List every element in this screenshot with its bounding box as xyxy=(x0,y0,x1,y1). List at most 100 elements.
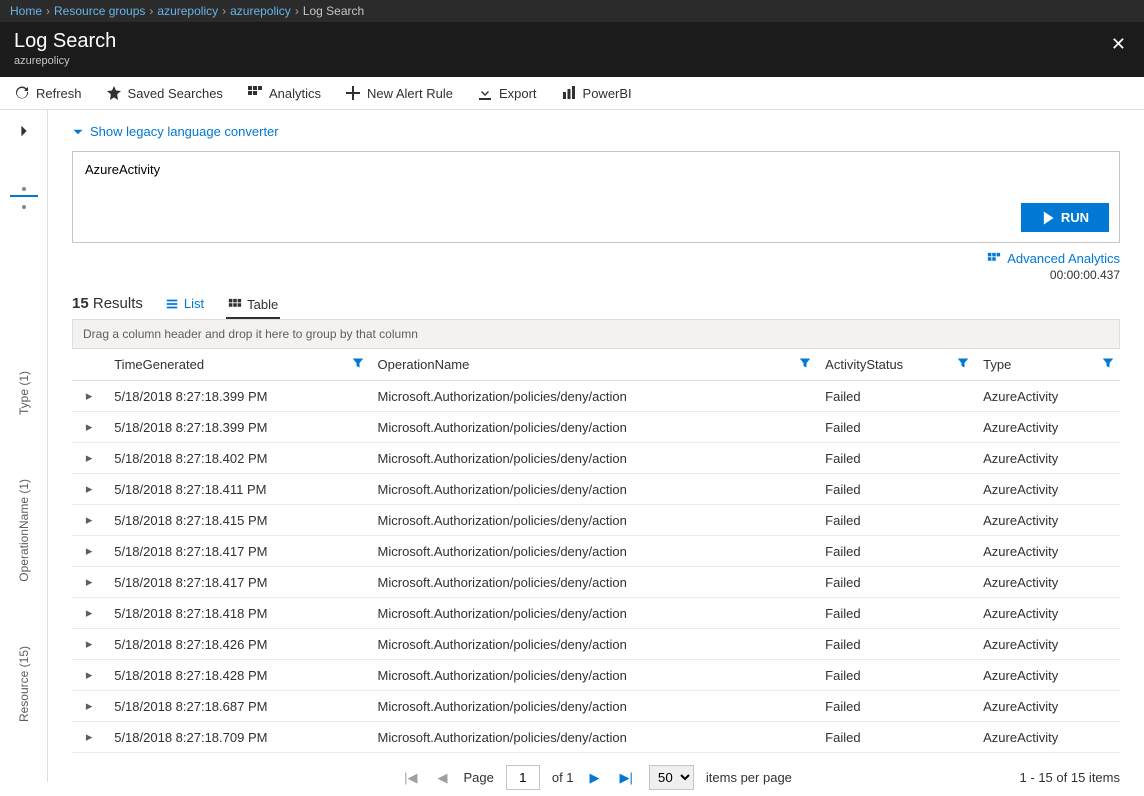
pager-per-page-label: items per page xyxy=(706,770,792,785)
analytics-button[interactable]: Analytics xyxy=(247,85,321,101)
view-table-button[interactable]: Table xyxy=(226,293,280,319)
breadcrumb-rg[interactable]: Resource groups xyxy=(54,4,145,18)
cell-type: AzureActivity xyxy=(975,660,1120,691)
breadcrumb-rg-name[interactable]: azurepolicy xyxy=(157,4,218,18)
query-input[interactable]: AzureActivity xyxy=(85,162,1107,212)
filter-icon[interactable] xyxy=(957,357,969,372)
expand-row-button[interactable]: ▸ xyxy=(72,629,106,660)
download-icon xyxy=(477,85,493,101)
cell-operationname: Microsoft.Authorization/policies/deny/ac… xyxy=(370,660,818,691)
analytics-icon xyxy=(987,252,1001,266)
table-row: ▸5/18/2018 8:27:18.709 PMMicrosoft.Autho… xyxy=(72,722,1120,753)
star-icon xyxy=(106,85,122,101)
expand-row-button[interactable]: ▸ xyxy=(72,505,106,536)
cell-timegenerated: 5/18/2018 8:27:18.418 PM xyxy=(106,598,369,629)
plus-icon xyxy=(345,85,361,101)
view-table-label: Table xyxy=(247,297,278,312)
expand-row-button[interactable]: ▸ xyxy=(72,536,106,567)
breadcrumb-resource[interactable]: azurepolicy xyxy=(230,4,291,18)
expand-row-button[interactable]: ▸ xyxy=(72,660,106,691)
expand-row-button[interactable]: ▸ xyxy=(72,567,106,598)
cell-activitystatus: Failed xyxy=(817,567,975,598)
expand-row-button[interactable]: ▸ xyxy=(72,691,106,722)
pager-page-input[interactable] xyxy=(506,765,540,790)
expand-row-button[interactable]: ▸ xyxy=(72,443,106,474)
col-activitystatus[interactable]: ActivityStatus xyxy=(817,349,975,381)
filter-icon[interactable] xyxy=(1102,357,1114,372)
cell-operationname: Microsoft.Authorization/policies/deny/ac… xyxy=(370,536,818,567)
analytics-label: Analytics xyxy=(269,86,321,101)
cell-activitystatus: Failed xyxy=(817,660,975,691)
group-dropzone[interactable]: Drag a column header and drop it here to… xyxy=(72,320,1120,349)
facet-type[interactable]: Type (1) xyxy=(17,371,31,415)
powerbi-button[interactable]: PowerBI xyxy=(561,85,632,101)
pager-first[interactable]: |◀ xyxy=(400,768,421,788)
table-row: ▸5/18/2018 8:27:18.411 PMMicrosoft.Autho… xyxy=(72,474,1120,505)
table-row: ▸5/18/2018 8:27:18.687 PMMicrosoft.Autho… xyxy=(72,691,1120,722)
page-subtitle: azurepolicy xyxy=(14,55,116,67)
col-operationname[interactable]: OperationName xyxy=(370,349,818,381)
table-icon xyxy=(228,298,242,312)
filter-icon[interactable] xyxy=(352,357,364,372)
results-count: 15 Results xyxy=(72,295,143,312)
cell-activitystatus: Failed xyxy=(817,691,975,722)
pager-summary: 1 - 15 of 15 items xyxy=(1020,770,1120,785)
cell-activitystatus: Failed xyxy=(817,412,975,443)
sidebar: Type (1) OperationName (1) Resource (15) xyxy=(0,110,48,782)
cell-operationname: Microsoft.Authorization/policies/deny/ac… xyxy=(370,474,818,505)
expand-row-button[interactable]: ▸ xyxy=(72,722,106,753)
table-row: ▸5/18/2018 8:27:18.402 PMMicrosoft.Autho… xyxy=(72,443,1120,474)
saved-searches-button[interactable]: Saved Searches xyxy=(106,85,223,101)
refresh-button[interactable]: Refresh xyxy=(14,85,82,101)
toolbar: Refresh Saved Searches Analytics New Ale… xyxy=(0,77,1144,110)
cell-operationname: Microsoft.Authorization/policies/deny/ac… xyxy=(370,691,818,722)
pager-size-select[interactable]: 50 xyxy=(649,765,694,790)
pager-prev[interactable]: ◀ xyxy=(433,768,451,788)
legacy-converter-link[interactable]: Show legacy language converter xyxy=(72,124,1120,139)
table-row: ▸5/18/2018 8:27:18.399 PMMicrosoft.Autho… xyxy=(72,412,1120,443)
cell-timegenerated: 5/18/2018 8:27:18.399 PM xyxy=(106,412,369,443)
cell-type: AzureActivity xyxy=(975,443,1120,474)
expand-sidebar-button[interactable] xyxy=(17,124,31,141)
table-row: ▸5/18/2018 8:27:18.418 PMMicrosoft.Autho… xyxy=(72,598,1120,629)
cell-type: AzureActivity xyxy=(975,598,1120,629)
breadcrumb-home[interactable]: Home xyxy=(10,4,42,18)
cell-operationname: Microsoft.Authorization/policies/deny/ac… xyxy=(370,443,818,474)
powerbi-label: PowerBI xyxy=(583,86,632,101)
pager-last[interactable]: ▶| xyxy=(616,768,637,788)
run-button[interactable]: RUN xyxy=(1021,203,1109,232)
refresh-icon xyxy=(14,85,30,101)
expand-row-button[interactable]: ▸ xyxy=(72,474,106,505)
view-list-button[interactable]: List xyxy=(163,292,206,315)
filter-icon[interactable] xyxy=(799,357,811,372)
cell-type: AzureActivity xyxy=(975,474,1120,505)
col-type[interactable]: Type xyxy=(975,349,1120,381)
new-alert-button[interactable]: New Alert Rule xyxy=(345,85,453,101)
facet-operationname[interactable]: OperationName (1) xyxy=(17,479,31,582)
table-row: ▸5/18/2018 8:27:18.428 PMMicrosoft.Autho… xyxy=(72,660,1120,691)
cell-activitystatus: Failed xyxy=(817,474,975,505)
chevron-down-icon xyxy=(72,126,84,138)
list-icon xyxy=(165,297,179,311)
expand-row-button[interactable]: ▸ xyxy=(72,412,106,443)
col-timegenerated[interactable]: TimeGenerated xyxy=(106,349,369,381)
cell-activitystatus: Failed xyxy=(817,443,975,474)
powerbi-icon xyxy=(561,85,577,101)
cell-activitystatus: Failed xyxy=(817,598,975,629)
pager-next[interactable]: ▶ xyxy=(586,768,604,788)
cell-timegenerated: 5/18/2018 8:27:18.411 PM xyxy=(106,474,369,505)
pager-page-label: Page xyxy=(463,770,493,785)
facet-resource[interactable]: Resource (15) xyxy=(17,646,31,722)
export-button[interactable]: Export xyxy=(477,85,537,101)
close-button[interactable]: ✕ xyxy=(1107,30,1130,59)
breadcrumb-current: Log Search xyxy=(303,4,364,18)
advanced-analytics-link[interactable]: Advanced Analytics xyxy=(987,251,1120,266)
expand-row-button[interactable]: ▸ xyxy=(72,381,106,412)
view-list-label: List xyxy=(184,296,204,311)
cell-activitystatus: Failed xyxy=(817,536,975,567)
cell-type: AzureActivity xyxy=(975,412,1120,443)
table-row: ▸5/18/2018 8:27:18.417 PMMicrosoft.Autho… xyxy=(72,567,1120,598)
saved-label: Saved Searches xyxy=(128,86,223,101)
results-table: TimeGenerated OperationName ActivityStat… xyxy=(72,349,1120,753)
expand-row-button[interactable]: ▸ xyxy=(72,598,106,629)
